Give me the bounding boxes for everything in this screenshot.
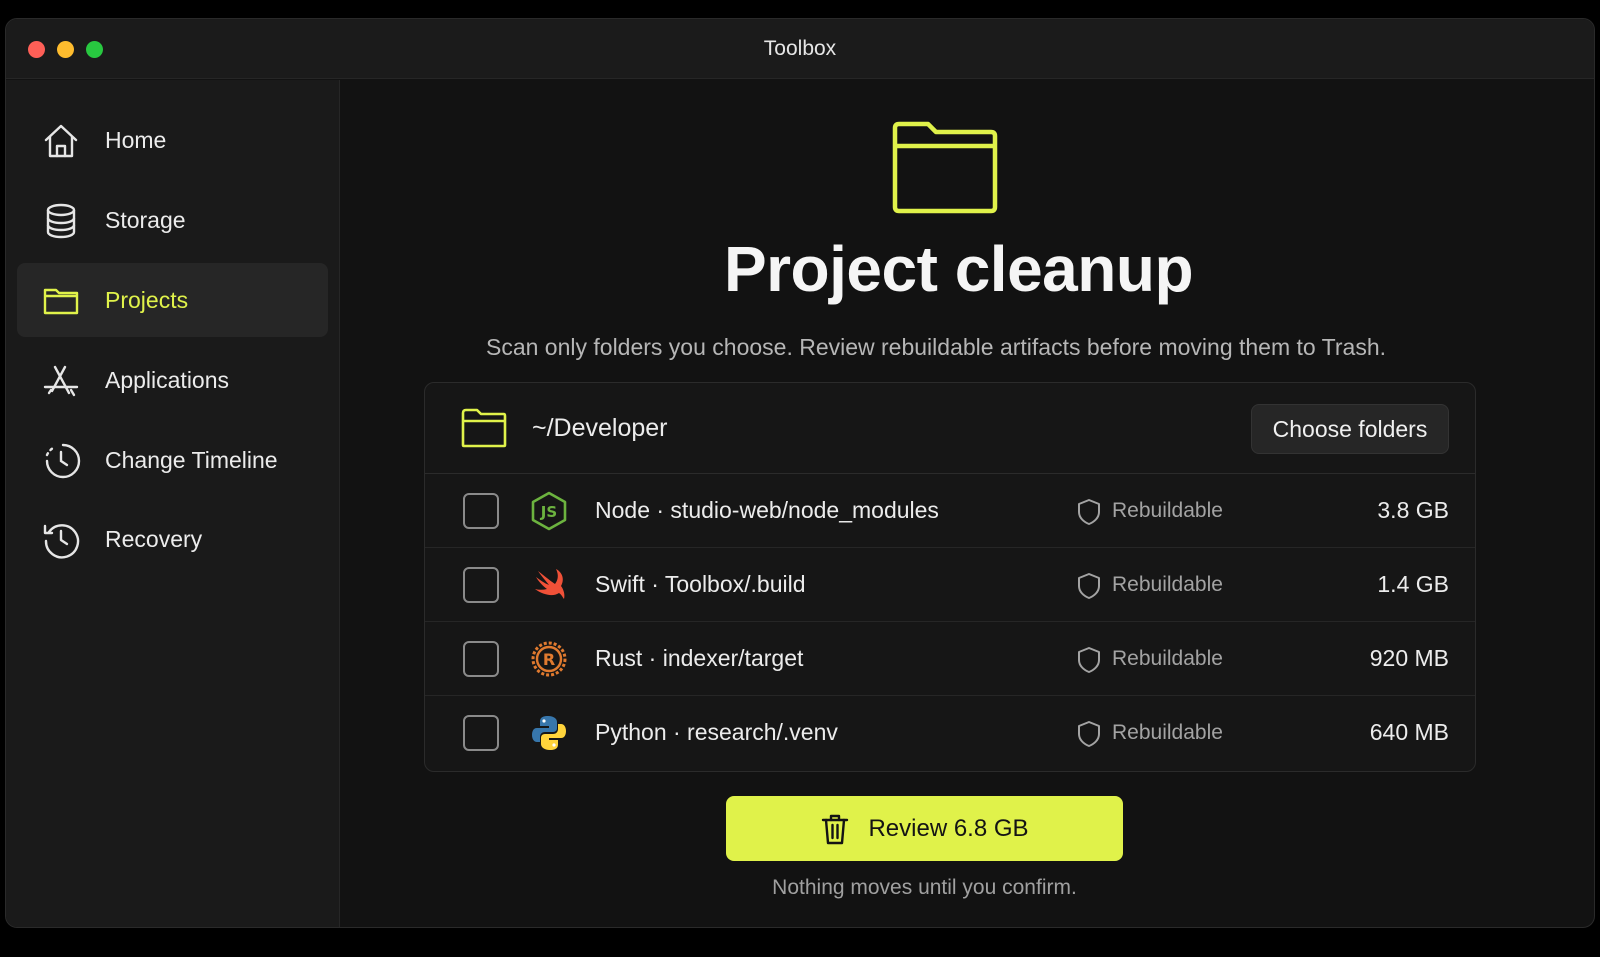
shield-icon [1078, 573, 1100, 599]
status-badge: Rebuildable [1112, 499, 1223, 522]
history-icon [41, 520, 81, 560]
row-label: Node · studio-web/node_modules [595, 497, 939, 523]
swift-icon [529, 565, 569, 605]
app-window: Toolbox Home Storage Projects Applicatio… [5, 18, 1595, 928]
choose-folders-button[interactable]: Choose folders [1251, 404, 1449, 454]
home-icon [41, 121, 81, 161]
page-subtitle: Scan only folders you choose. Review reb… [485, 334, 1387, 360]
main-content: Project cleanup Scan only folders you ch… [341, 80, 1594, 927]
page-title: Project cleanup [723, 233, 1194, 305]
sidebar-item-label: Applications [105, 366, 230, 393]
sidebar-item-change-timeline[interactable]: Change Timeline [17, 423, 328, 497]
scan-results-card: ~/Developer Choose folders JS Node · stu… [424, 382, 1476, 772]
sidebar-item-label: Change Timeline [105, 446, 278, 473]
python-icon [529, 713, 569, 753]
svg-text:R: R [543, 650, 555, 669]
status-badge: Rebuildable [1112, 573, 1223, 596]
row-checkbox[interactable] [463, 715, 499, 751]
sidebar-item-storage[interactable]: Storage [17, 183, 328, 257]
trash-icon [822, 814, 849, 844]
app-store-icon [41, 361, 81, 401]
shield-icon [1078, 647, 1100, 673]
svg-text:JS: JS [540, 503, 557, 521]
folder-icon [461, 408, 507, 448]
status-badge: Rebuildable [1112, 647, 1223, 670]
review-button-label: Review 6.8 GB [868, 814, 1029, 842]
sidebar-item-label: Home [105, 126, 167, 153]
file-size: 640 MB [1369, 719, 1449, 745]
folder-header: ~/Developer Choose folders [425, 383, 1475, 474]
rust-icon: R [529, 639, 569, 679]
sidebar-item-label: Recovery [105, 525, 203, 552]
window-title: Toolbox [763, 37, 837, 60]
sidebar-item-recovery[interactable]: Recovery [17, 502, 328, 576]
row-label: Python · research/.venv [595, 719, 838, 745]
review-button[interactable]: Review 6.8 GB [726, 796, 1123, 861]
sidebar-item-label: Storage [105, 206, 186, 233]
confirmation-note: Nothing moves until you confirm. [772, 876, 1077, 899]
sidebar-item-home[interactable]: Home [17, 103, 328, 177]
nodejs-icon: JS [529, 491, 569, 531]
database-icon [41, 201, 81, 241]
title-bar: Toolbox [6, 19, 1594, 79]
sidebar-item-applications[interactable]: Applications [17, 343, 328, 417]
folder-icon [41, 281, 81, 321]
file-size: 3.8 GB [1377, 497, 1449, 523]
shield-icon [1078, 499, 1100, 525]
table-row[interactable]: R Rust · indexer/target Rebuildable 920 … [425, 622, 1475, 696]
row-checkbox[interactable] [463, 493, 499, 529]
row-label: Swift · Toolbox/.build [595, 571, 806, 597]
clock-icon [41, 441, 81, 481]
row-checkbox[interactable] [463, 567, 499, 603]
folder-icon [892, 121, 998, 214]
folder-path: ~/Developer [532, 414, 668, 442]
sidebar-item-label: Projects [105, 286, 189, 313]
table-row[interactable]: Python · research/.venv Rebuildable 640 … [425, 696, 1475, 770]
row-label: Rust · indexer/target [595, 645, 804, 671]
sidebar-item-projects[interactable]: Projects [17, 263, 328, 337]
row-checkbox[interactable] [463, 641, 499, 677]
shield-icon [1078, 721, 1100, 747]
file-size: 1.4 GB [1377, 571, 1449, 597]
file-size: 920 MB [1369, 645, 1449, 671]
status-badge: Rebuildable [1112, 721, 1223, 744]
table-row[interactable]: JS Node · studio-web/node_modules Rebuil… [425, 474, 1475, 548]
table-row[interactable]: Swift · Toolbox/.build Rebuildable 1.4 G… [425, 548, 1475, 622]
sidebar: Home Storage Projects Applications Chang… [6, 80, 340, 927]
